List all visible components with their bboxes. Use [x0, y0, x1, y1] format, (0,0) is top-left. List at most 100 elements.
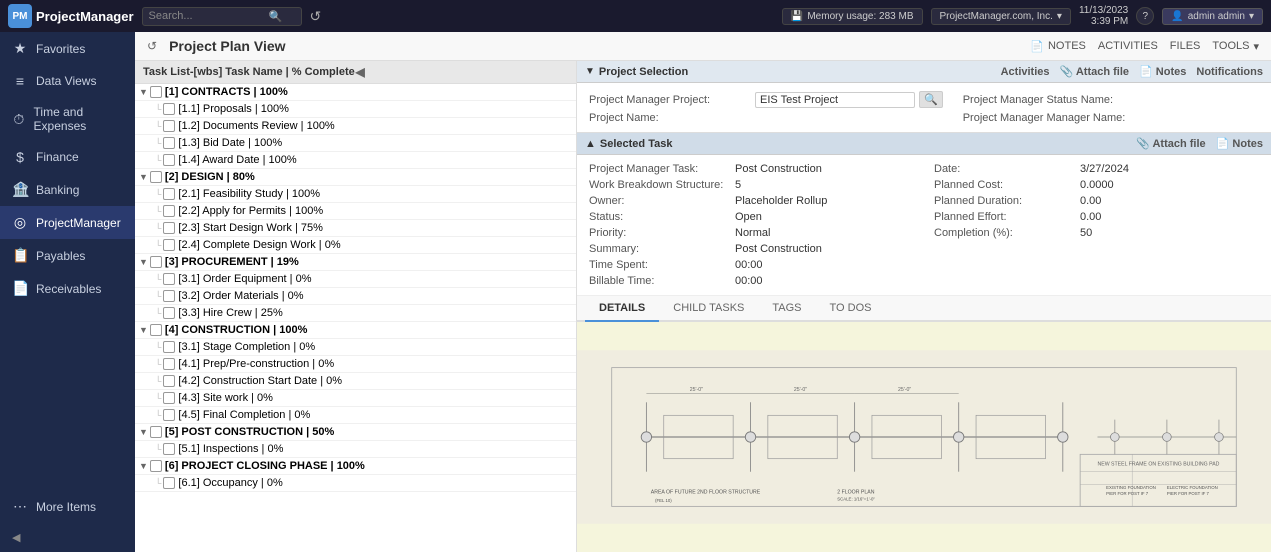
task-checkbox[interactable]: [150, 86, 162, 98]
company-dropdown[interactable]: ProjectManager.com, Inc. ▾: [931, 8, 1071, 25]
task-row[interactable]: └ [1.1] Proposals | 100%: [135, 101, 576, 118]
task-checkbox[interactable]: [163, 375, 175, 387]
detail-label-wbs: Work Breakdown Structure:: [589, 179, 729, 191]
task-checkbox[interactable]: [163, 120, 175, 132]
task-checkbox[interactable]: [150, 256, 162, 268]
attach-file-tool2-button[interactable]: 📎 Attach file: [1136, 137, 1206, 150]
notes-button[interactable]: 📄 NOTES: [1030, 40, 1086, 53]
task-row[interactable]: └ [3.2] Order Materials | 0%: [135, 288, 576, 305]
task-row[interactable]: └ [4.3] Site work | 0%: [135, 390, 576, 407]
task-checkbox[interactable]: [150, 171, 162, 183]
expand-icon[interactable]: ▼: [139, 325, 148, 335]
notifications-tool-button[interactable]: Notifications: [1196, 66, 1263, 78]
notes-tool-button[interactable]: 📄 Notes: [1139, 65, 1186, 78]
task-checkbox[interactable]: [163, 392, 175, 404]
refresh-icon[interactable]: ↺: [310, 8, 322, 25]
task-row[interactable]: └ [4.5] Final Completion | 0%: [135, 407, 576, 424]
task-checkbox[interactable]: [163, 188, 175, 200]
sidebar-item-time-expenses[interactable]: ⏱ Time and Expenses: [0, 97, 135, 141]
sidebar-item-more-items[interactable]: ⋯ More Items: [0, 490, 135, 523]
task-checkbox[interactable]: [163, 307, 175, 319]
sidebar-item-receivables[interactable]: 📄 Receivables: [0, 272, 135, 305]
task-checkbox[interactable]: [150, 426, 162, 438]
tree-line-icon: └: [155, 223, 161, 233]
tab-to-dos[interactable]: TO DOS: [816, 296, 886, 322]
task-checkbox[interactable]: [163, 409, 175, 421]
tab-child-tasks[interactable]: CHILD TASKS: [659, 296, 758, 322]
task-tree[interactable]: ▼ [1] CONTRACTS | 100% └ [1.1] Proposals…: [135, 84, 576, 552]
task-row[interactable]: └ [2.4] Complete Design Work | 0%: [135, 237, 576, 254]
files-button[interactable]: FILES: [1170, 40, 1201, 52]
tab-details[interactable]: DETAILS: [585, 296, 659, 322]
task-checkbox[interactable]: [163, 154, 175, 166]
task-row[interactable]: └ [3.1] Stage Completion | 0%: [135, 339, 576, 356]
task-checkbox[interactable]: [163, 103, 175, 115]
task-checkbox[interactable]: [163, 205, 175, 217]
task-checkbox[interactable]: [163, 222, 175, 234]
sidebar-item-favorites[interactable]: ★ Favorites: [0, 32, 135, 65]
sidebar-item-project-manager[interactable]: ◎ ProjectManager: [0, 206, 135, 239]
selected-task-toggle[interactable]: ▲: [585, 138, 596, 150]
task-row[interactable]: └ [6.1] Occupancy | 0%: [135, 475, 576, 492]
project-search-button[interactable]: 🔍: [919, 91, 943, 108]
task-checkbox[interactable]: [163, 290, 175, 302]
task-row[interactable]: ▼ [1] CONTRACTS | 100%: [135, 84, 576, 101]
activities-tool-button[interactable]: Activities: [1001, 66, 1050, 78]
task-row[interactable]: └ [2.1] Feasibility Study | 100%: [135, 186, 576, 203]
task-checkbox[interactable]: [150, 324, 162, 336]
tools-button[interactable]: TOOLS ▾: [1212, 40, 1259, 53]
task-row[interactable]: ▼ [2] DESIGN | 80%: [135, 169, 576, 186]
task-row[interactable]: └ [1.4] Award Date | 100%: [135, 152, 576, 169]
task-row[interactable]: └ [3.1] Order Equipment | 0%: [135, 271, 576, 288]
task-row[interactable]: └ [2.3] Start Design Work | 75%: [135, 220, 576, 237]
task-row[interactable]: ▼ [6] PROJECT CLOSING PHASE | 100%: [135, 458, 576, 475]
task-row[interactable]: └ [3.3] Hire Crew | 25%: [135, 305, 576, 322]
expand-icon[interactable]: ▼: [139, 172, 148, 182]
help-button[interactable]: ?: [1136, 7, 1154, 25]
task-row[interactable]: ▼ [3] PROCUREMENT | 19%: [135, 254, 576, 271]
sidebar-label-banking: Banking: [36, 183, 79, 197]
task-checkbox[interactable]: [163, 443, 175, 455]
expand-icon[interactable]: ▼: [139, 461, 148, 471]
tab-tags[interactable]: TAGS: [758, 296, 815, 322]
detail-row-time-spent: Time Spent: 00:00: [589, 257, 914, 273]
sidebar-item-payables[interactable]: 📋 Payables: [0, 239, 135, 272]
project-manager-project-input[interactable]: [755, 92, 915, 108]
task-checkbox[interactable]: [163, 341, 175, 353]
task-panel-collapse[interactable]: ◀: [356, 65, 569, 79]
expand-icon[interactable]: ▼: [139, 257, 148, 267]
notes-tool2-button[interactable]: 📄 Notes: [1216, 137, 1263, 150]
sidebar-collapse[interactable]: ◀: [0, 523, 135, 552]
attach-file-tool-button[interactable]: 📎 Attach file: [1060, 65, 1130, 78]
activities-button[interactable]: ACTIVITIES: [1098, 40, 1158, 52]
search-bar[interactable]: 🔍: [142, 7, 302, 26]
expand-icon[interactable]: ▼: [139, 87, 148, 97]
task-checkbox[interactable]: [163, 137, 175, 149]
app-body: ★ Favorites ≡ Data Views ⏱ Time and Expe…: [0, 32, 1271, 552]
project-selection-toggle[interactable]: ▼: [585, 66, 595, 77]
sidebar-item-banking[interactable]: 🏦 Banking: [0, 173, 135, 206]
task-row[interactable]: ▼ [4] CONSTRUCTION | 100%: [135, 322, 576, 339]
sidebar-item-finance[interactable]: $ Finance: [0, 141, 135, 173]
task-checkbox[interactable]: [163, 358, 175, 370]
status-name-row: Project Manager Status Name:: [963, 91, 1259, 108]
task-checkbox[interactable]: [163, 273, 175, 285]
expand-icon[interactable]: ▼: [139, 427, 148, 437]
back-icon[interactable]: ↺: [147, 39, 157, 53]
task-checkbox[interactable]: [150, 460, 162, 472]
app-name: ProjectManager: [36, 9, 134, 24]
sidebar-label-finance: Finance: [36, 150, 79, 164]
task-row[interactable]: └ [1.2] Documents Review | 100%: [135, 118, 576, 135]
task-row[interactable]: └ [1.3] Bid Date | 100%: [135, 135, 576, 152]
task-row[interactable]: └ [4.2] Construction Start Date | 0%: [135, 373, 576, 390]
task-checkbox[interactable]: [163, 239, 175, 251]
user-button[interactable]: 👤 admin admin ▾: [1162, 8, 1263, 25]
search-input[interactable]: [149, 10, 269, 22]
task-row[interactable]: └ [2.2] Apply for Permits | 100%: [135, 203, 576, 220]
task-row[interactable]: ▼ [5] POST CONSTRUCTION | 50%: [135, 424, 576, 441]
task-row[interactable]: └ [5.1] Inspections | 0%: [135, 441, 576, 458]
sidebar-item-data-views[interactable]: ≡ Data Views: [0, 65, 135, 97]
task-checkbox[interactable]: [163, 477, 175, 489]
task-row[interactable]: └ [4.1] Prep/Pre-construction | 0%: [135, 356, 576, 373]
detail-row-completion: Completion (%): 50: [934, 225, 1259, 241]
